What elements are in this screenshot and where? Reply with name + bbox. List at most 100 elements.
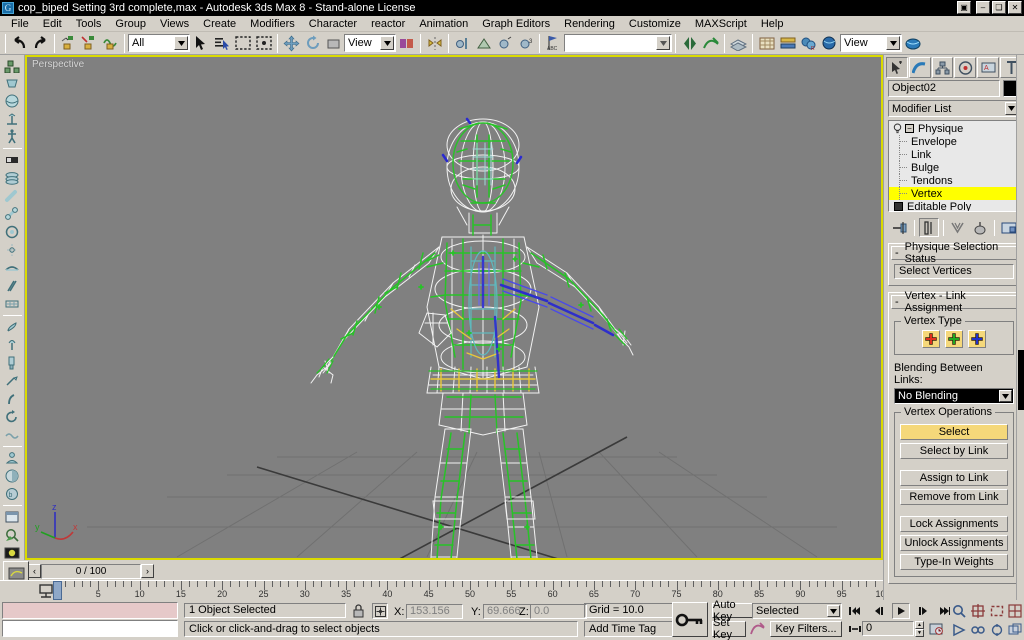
delegate-icon[interactable] xyxy=(1,467,24,485)
select-object-icon[interactable] xyxy=(1,56,24,74)
zoom-icon[interactable] xyxy=(950,602,968,619)
select-and-rotate-icon[interactable] xyxy=(302,32,323,54)
blue-vertex-type[interactable] xyxy=(968,330,986,348)
material-editor-icon[interactable] xyxy=(756,32,777,54)
menu-item-animation[interactable]: Animation xyxy=(412,17,475,31)
zoom-extents-all-icon[interactable] xyxy=(1006,602,1024,619)
viewport-canvas[interactable]: Perspective z y x xyxy=(27,57,881,558)
select-by-link-button[interactable]: Select by Link xyxy=(900,443,1008,459)
morpher-icon[interactable] xyxy=(1,259,24,277)
chevron-down-icon[interactable] xyxy=(886,36,900,50)
rollout-header[interactable]: - Physique Selection Status xyxy=(891,241,1017,265)
menu-item-file[interactable]: File xyxy=(4,17,36,31)
light-bulb-icon[interactable] xyxy=(892,123,903,134)
curve-editor-icon[interactable] xyxy=(700,32,721,54)
zoom-extents-icon[interactable] xyxy=(988,602,1006,619)
crowd-icon[interactable] xyxy=(1,449,24,467)
menu-item-reactor[interactable]: reactor xyxy=(364,17,412,31)
axis-tripod-icon[interactable] xyxy=(1,110,24,128)
spinner-up[interactable]: ▲ xyxy=(915,621,924,629)
menu-item-tools[interactable]: Tools xyxy=(69,17,109,31)
ripple-icon[interactable] xyxy=(1,426,24,444)
play-animation-icon[interactable] xyxy=(892,603,910,619)
scrollbar-thumb[interactable] xyxy=(1018,350,1024,410)
stack-item-editable-poly[interactable]: Editable Poly xyxy=(889,200,1019,211)
paint-weights-icon[interactable] xyxy=(1,354,24,372)
type-in-weights-button[interactable]: Type-In Weights xyxy=(900,554,1008,570)
menu-item-customize[interactable]: Customize xyxy=(622,17,688,31)
modifier-stack[interactable]: − Physique Envelope Link Bulge Tendons Vertex E… xyxy=(888,120,1020,212)
stack-item-vertex[interactable]: Vertex xyxy=(889,187,1019,200)
hierarchy-tab[interactable] xyxy=(931,57,954,78)
create-tab[interactable] xyxy=(886,57,908,78)
rectangular-selection-region-icon[interactable] xyxy=(232,32,253,54)
align-icon[interactable] xyxy=(452,32,473,54)
key-filters-button[interactable]: Key Filters... xyxy=(770,621,842,637)
expand-box-icon[interactable] xyxy=(894,202,903,211)
unlink-selection-icon[interactable] xyxy=(79,32,100,54)
current-frame-field[interactable]: 0 xyxy=(862,621,914,636)
track-bar[interactable]: 5101520253035404550556065707580859095100 xyxy=(0,580,891,601)
rollout-header[interactable]: - Vertex - Link Assignment xyxy=(891,290,1017,314)
show-end-result-icon[interactable] xyxy=(918,218,939,237)
menu-item-edit[interactable]: Edit xyxy=(36,17,69,31)
modifier-list-combo[interactable]: Modifier List xyxy=(888,100,1020,117)
perspective-viewport[interactable]: Perspective z y x xyxy=(25,55,883,560)
noise-icon[interactable] xyxy=(1,336,24,354)
chevron-down-icon[interactable] xyxy=(827,605,840,617)
make-unique-icon[interactable] xyxy=(948,218,968,237)
selection-lock-toggle-icon[interactable] xyxy=(352,604,365,618)
stack-item-tendons[interactable]: Tendons xyxy=(889,174,1019,187)
menu-item-maxscript[interactable]: MAXScript xyxy=(688,17,754,31)
pin-stack-icon[interactable] xyxy=(890,218,910,237)
set-key-button[interactable]: Set Key xyxy=(712,617,746,640)
footstep-mode-icon[interactable] xyxy=(1,151,24,169)
maxscript-listener-input[interactable] xyxy=(2,620,178,637)
select-and-move-icon[interactable] xyxy=(281,32,302,54)
bind-to-space-warp-icon[interactable] xyxy=(100,32,121,54)
zoom-all-icon[interactable] xyxy=(969,602,987,619)
absolute-relative-transform-toggle-icon[interactable] xyxy=(372,603,388,619)
menu-item-rendering[interactable]: Rendering xyxy=(557,17,622,31)
maximize-viewport-toggle-icon[interactable] xyxy=(1006,621,1024,638)
menu-item-help[interactable]: Help xyxy=(754,17,791,31)
place-highlight-icon[interactable] xyxy=(494,32,515,54)
schematic-view-icon[interactable] xyxy=(1,508,24,526)
chevron-down-icon[interactable] xyxy=(999,390,1012,402)
assign-to-link-button[interactable]: Assign to Link xyxy=(900,470,1008,486)
select-button[interactable]: Select xyxy=(900,424,1008,440)
menu-item-modifiers[interactable]: Modifiers xyxy=(243,17,302,31)
menu-item-graph-editors[interactable]: Graph Editors xyxy=(475,17,557,31)
track-key-icon[interactable] xyxy=(38,583,54,598)
redo-icon[interactable] xyxy=(30,32,51,54)
collapse-icon[interactable]: - xyxy=(895,296,899,308)
skin-envelope-icon[interactable] xyxy=(1,241,24,259)
lattice-icon[interactable] xyxy=(1,295,24,313)
reference-coordinate-system-combo[interactable]: View xyxy=(344,34,396,52)
physique-capsule-icon[interactable] xyxy=(1,187,24,205)
viewport-label[interactable]: Perspective xyxy=(32,59,84,70)
spherify-icon[interactable] xyxy=(1,92,24,110)
time-configuration-icon[interactable] xyxy=(927,620,945,637)
lock-assignments-button[interactable]: Lock Assignments xyxy=(900,516,1008,532)
render-scene-icon[interactable] xyxy=(777,32,798,54)
remove-from-link-button[interactable]: Remove from Link xyxy=(900,489,1008,505)
unlock-assignments-button[interactable]: Unlock Assignments xyxy=(900,535,1008,551)
window-restore-button[interactable]: ▣ xyxy=(957,1,971,14)
motion-tab[interactable] xyxy=(954,57,977,78)
field-of-view-icon[interactable] xyxy=(950,621,968,638)
stack-item-bulge[interactable]: Bulge xyxy=(889,161,1019,174)
spin-icon[interactable] xyxy=(1,408,24,426)
spinner-down[interactable]: ▼ xyxy=(915,629,924,637)
x-coord-field[interactable]: 153.156 xyxy=(406,604,463,619)
select-object-icon[interactable] xyxy=(190,32,211,54)
window-close-button[interactable]: ✕ xyxy=(1008,1,1022,14)
track-bar-ruler[interactable]: 5101520253035404550556065707580859095100 xyxy=(53,581,891,601)
select-and-scale-icon[interactable] xyxy=(323,32,344,54)
stack-item-physique[interactable]: − Physique xyxy=(889,122,1019,135)
chevron-down-icon[interactable] xyxy=(174,36,188,50)
go-to-start-icon[interactable] xyxy=(846,603,864,619)
pan-view-icon[interactable] xyxy=(969,621,987,638)
render-preview-icon-left[interactable] xyxy=(1,544,24,562)
mesh-select-icon[interactable] xyxy=(1,74,24,92)
